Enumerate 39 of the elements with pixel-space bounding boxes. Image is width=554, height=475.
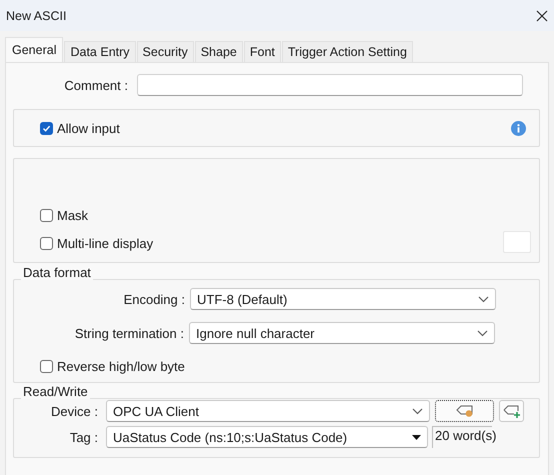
dropdown[interactable]: Ignore null character — [189, 322, 495, 344]
tab[interactable]: Security — [136, 41, 194, 62]
checkbox[interactable] — [40, 208, 53, 222]
tab[interactable]: Data Entry — [64, 41, 136, 62]
add-tag-button[interactable] — [499, 400, 524, 422]
field-label: Device : — [50, 404, 99, 418]
window-title: New ASCII — [6, 8, 66, 22]
dropdown-arrow-icon — [412, 434, 421, 440]
blank-field — [503, 231, 531, 253]
group-title: Read/Write — [21, 384, 90, 399]
checkbox-label: Mask — [57, 208, 88, 222]
dropdown[interactable]: UaStatus Code (ns:10;s:UaStatus Code) — [106, 426, 428, 448]
field-label: Tag : — [68, 430, 99, 444]
checkbox-label: Reverse high/low byte — [57, 358, 185, 374]
group-title: Data format — [21, 265, 93, 280]
checkbox[interactable] — [40, 236, 53, 250]
comment-field[interactable] — [137, 74, 523, 96]
checkbox[interactable] — [40, 360, 53, 372]
tag-button[interactable] — [435, 400, 494, 422]
add-tag-icon — [502, 404, 520, 418]
tab[interactable]: Font — [244, 41, 281, 62]
dropdown[interactable]: UTF-8 (Default) — [190, 288, 496, 310]
close-icon[interactable] — [536, 10, 548, 22]
field-label: String termination : — [74, 326, 185, 340]
field-label: Comment : — [63, 78, 129, 92]
checkbox-label: Multi-line display — [57, 236, 154, 250]
tab[interactable]: Trigger Action Setting — [282, 41, 413, 62]
field-label: Encoding : — [122, 292, 186, 306]
checkbox[interactable] — [40, 122, 53, 134]
checkbox-label: Allow input — [57, 120, 120, 136]
chevron-icon — [412, 408, 423, 414]
info-icon[interactable] — [511, 120, 526, 136]
tab[interactable]: Shape — [194, 41, 243, 62]
dropdown[interactable]: OPC UA Client — [106, 400, 430, 422]
tab[interactable]: General — [5, 37, 64, 62]
chevron-icon — [478, 296, 489, 302]
checkmark-icon — [42, 124, 51, 132]
chevron-icon — [477, 330, 488, 336]
tag-icon — [456, 405, 474, 417]
